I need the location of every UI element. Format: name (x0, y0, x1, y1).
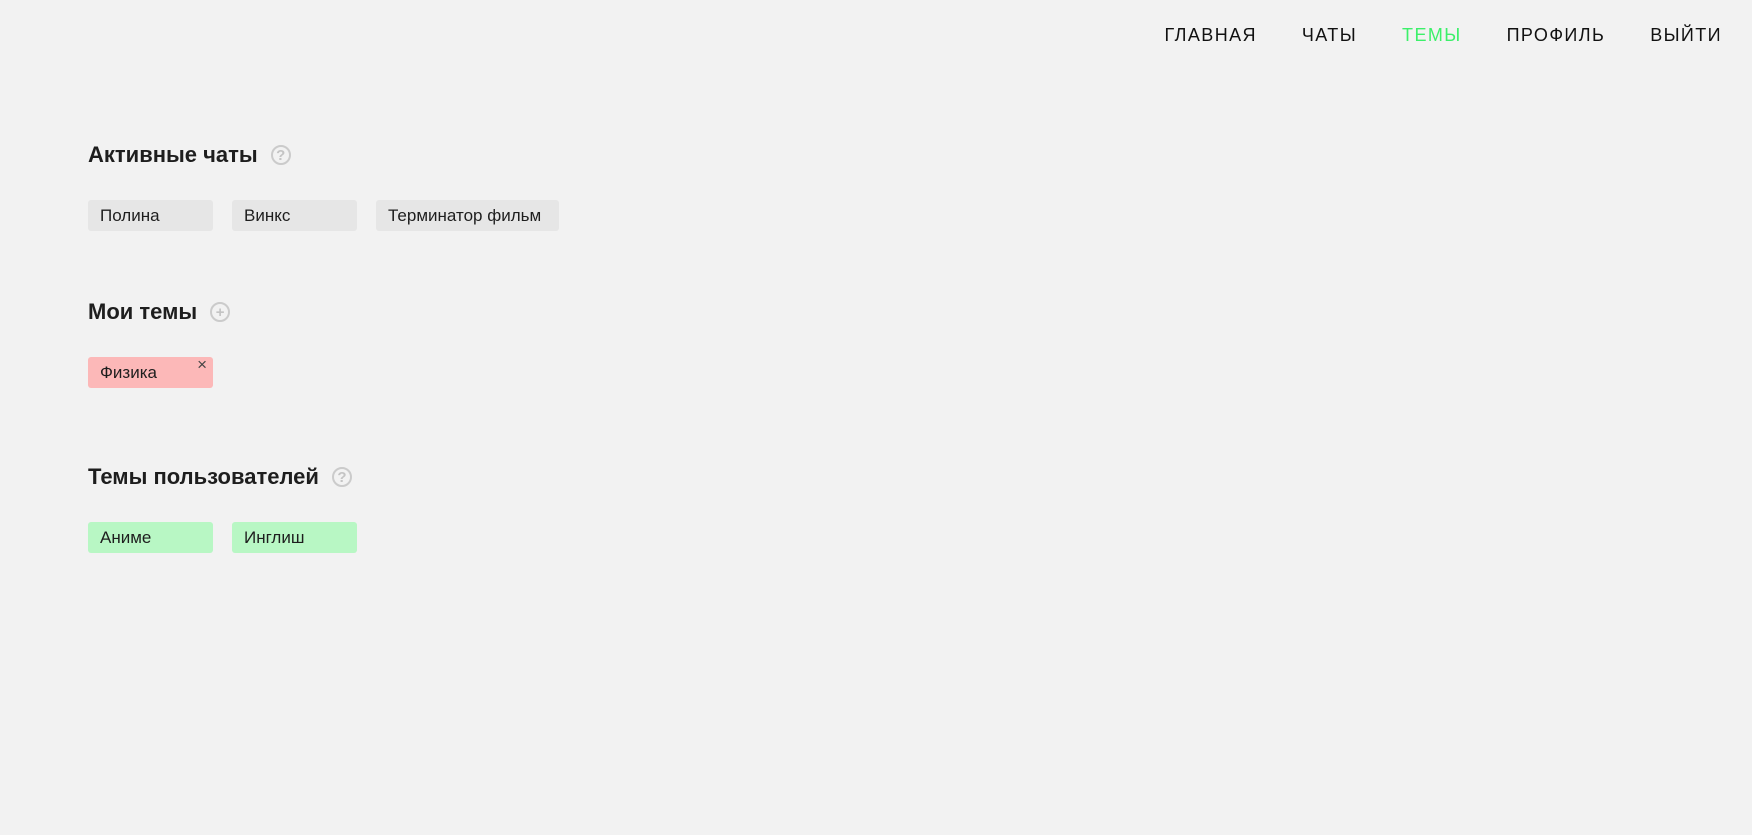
chat-chip-polina[interactable]: Полина (88, 200, 213, 231)
nav-link-logout[interactable]: ВЫЙТИ (1650, 24, 1722, 46)
nav-link-profile[interactable]: ПРОФИЛЬ (1507, 24, 1606, 46)
chip-label: Аниме (100, 528, 152, 547)
chat-chip-winx[interactable]: Винкс (232, 200, 357, 231)
active-chats-section: Активные чаты ? Полина Винкс Терминатор … (88, 140, 578, 231)
chip-label: Терминатор фильм (388, 206, 542, 225)
my-topics-list: Физика × (88, 354, 232, 388)
top-navigation: ГЛАВНАЯ ЧАТЫ ТЕМЫ ПРОФИЛЬ ВЫЙТИ (1120, 24, 1722, 46)
nav-link-topics[interactable]: ТЕМЫ (1402, 24, 1462, 46)
topic-chip-physics[interactable]: Физика × (88, 354, 213, 388)
chat-chip-terminator[interactable]: Терминатор фильм (376, 200, 559, 231)
chip-label: Инглиш (244, 528, 305, 547)
active-chats-list: Полина Винкс Терминатор фильм (88, 200, 578, 231)
chip-label: Полина (100, 206, 160, 225)
my-topics-header: Мои темы + (88, 297, 232, 327)
help-icon[interactable]: ? (331, 467, 352, 487)
user-topics-header: Темы пользователей ? (88, 462, 376, 492)
nav-link-home[interactable]: ГЛАВНАЯ (1165, 24, 1257, 46)
nav-link-chats[interactable]: ЧАТЫ (1302, 24, 1357, 46)
chip-label: Физика (100, 363, 157, 382)
help-icon[interactable]: ? (270, 145, 291, 165)
my-topics-section: Мои темы + Физика × (88, 297, 232, 388)
close-icon[interactable]: × (197, 354, 207, 376)
topic-chip-anime[interactable]: Аниме (88, 522, 213, 553)
user-topics-section: Темы пользователей ? Аниме Инглиш (88, 462, 376, 553)
chip-label: Винкс (244, 206, 291, 225)
my-topics-title: Мои темы (88, 299, 198, 324)
add-icon[interactable]: + (210, 302, 231, 322)
user-topics-title: Темы пользователей (88, 464, 319, 489)
user-topics-list: Аниме Инглиш (88, 522, 376, 553)
active-chats-title: Активные чаты (88, 142, 258, 167)
topic-chip-english[interactable]: Инглиш (232, 522, 357, 553)
active-chats-header: Активные чаты ? (88, 140, 578, 170)
